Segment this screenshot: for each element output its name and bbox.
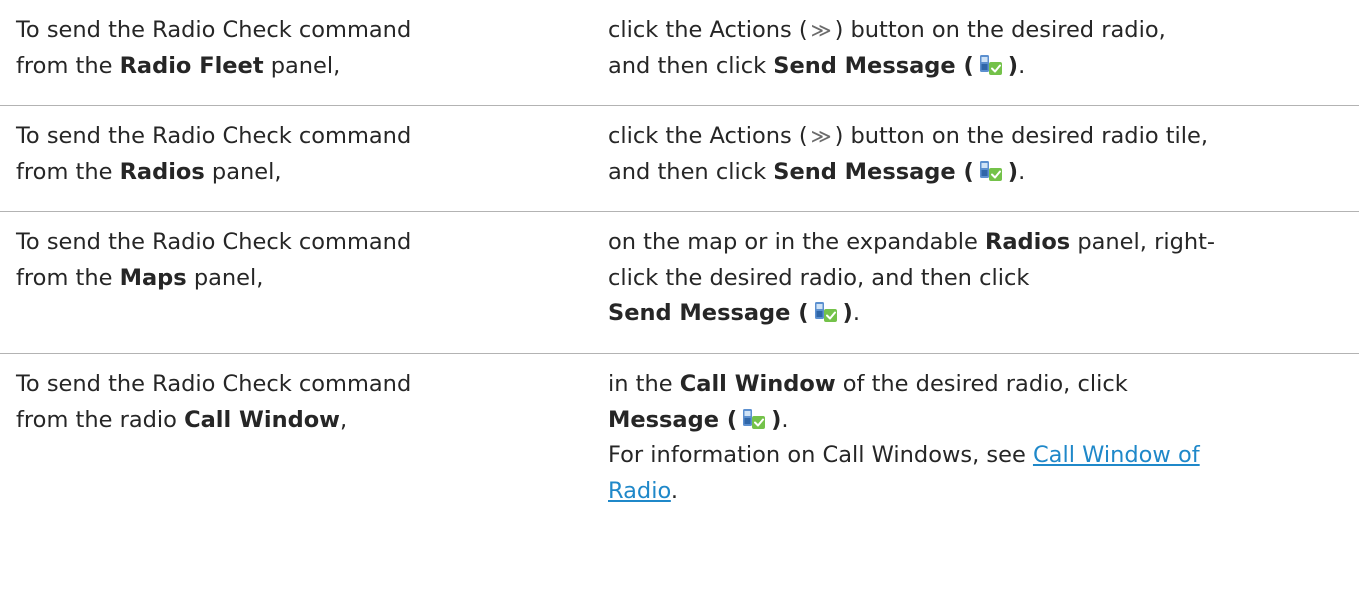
table-row: To send the Radio Check command from the…	[0, 212, 1359, 354]
table-row: To send the Radio Check command from the…	[0, 106, 1359, 212]
command-name: Send Message (	[773, 52, 974, 79]
context-text: To send the Radio Check command	[16, 229, 412, 255]
context-text: panel,	[186, 264, 264, 291]
panel-name: Maps	[119, 264, 187, 291]
action-text: and then click	[608, 158, 774, 185]
double-chevron-right-icon: ≫	[810, 124, 832, 148]
table-row: To send the Radio Check command from the…	[0, 354, 1359, 614]
context-text: from the	[16, 52, 120, 79]
context-text: ,	[339, 406, 348, 433]
panel-name: Radios	[119, 158, 205, 185]
action-text: of the desired radio, click	[835, 371, 1128, 397]
panel-name: Radio Fleet	[119, 52, 264, 79]
action-text: and then click	[608, 52, 774, 79]
call-window-of-radio-link[interactable]: Radio	[608, 478, 671, 504]
action-text: .	[852, 300, 860, 326]
context-cell: To send the Radio Check command from the…	[16, 225, 576, 296]
radio-check-table: To send the Radio Check command from the…	[0, 0, 1359, 614]
action-text: .	[1018, 52, 1026, 79]
context-text: panel,	[204, 158, 282, 185]
context-text: To send the Radio Check command	[16, 123, 412, 149]
action-cell: click the Actions (≫) button on the desi…	[608, 13, 1353, 84]
action-text: .	[1018, 158, 1026, 185]
context-text: To send the Radio Check command	[16, 17, 412, 43]
context-cell: To send the Radio Check command from the…	[16, 13, 576, 84]
action-text: click the desired radio, and then click	[608, 264, 1030, 291]
command-name: Message (	[608, 406, 738, 433]
action-text: click the Actions (	[608, 17, 808, 43]
command-name-close: )	[842, 300, 853, 326]
action-cell: click the Actions (≫) button on the desi…	[608, 119, 1353, 190]
context-text: from the	[16, 264, 120, 291]
action-text: in the	[608, 371, 680, 397]
command-name-close: )	[1007, 158, 1019, 185]
action-text: ) button on the desired radio tile,	[834, 123, 1209, 149]
action-text: on the map or in the expandable	[608, 229, 985, 255]
action-cell: in the Call Window of the desired radio,…	[608, 367, 1353, 509]
send-message-icon	[741, 408, 767, 430]
send-message-icon	[978, 160, 1004, 182]
panel-name: Radios	[985, 229, 1071, 255]
info-text: .	[670, 477, 678, 504]
call-window-of-radio-link[interactable]: Call Window of	[1033, 442, 1200, 468]
action-text: ) button on the desired radio,	[834, 17, 1166, 43]
context-text: panel,	[263, 52, 341, 79]
double-chevron-right-icon: ≫	[810, 18, 832, 42]
action-text: click the Actions (	[608, 123, 808, 149]
info-text: For information on Call Windows, see	[608, 442, 1033, 468]
action-text: panel, right-	[1070, 229, 1216, 255]
command-name-close: )	[771, 406, 782, 433]
table-row: To send the Radio Check command from the…	[0, 0, 1359, 106]
send-message-icon	[813, 301, 839, 323]
send-message-icon	[978, 54, 1004, 76]
action-cell: on the map or in the expandable Radios p…	[608, 225, 1353, 332]
command-name: Send Message (	[773, 158, 974, 185]
command-name: Send Message (	[608, 300, 809, 326]
panel-name: Call Window	[184, 406, 340, 433]
context-cell: To send the Radio Check command from the…	[16, 119, 576, 190]
command-name-close: )	[1007, 52, 1019, 79]
action-text: .	[781, 406, 789, 433]
context-cell: To send the Radio Check command from the…	[16, 367, 576, 438]
context-text: from the radio	[16, 406, 185, 433]
context-text: To send the Radio Check command	[16, 371, 412, 397]
context-text: from the	[16, 158, 120, 185]
window-name: Call Window	[679, 371, 836, 397]
